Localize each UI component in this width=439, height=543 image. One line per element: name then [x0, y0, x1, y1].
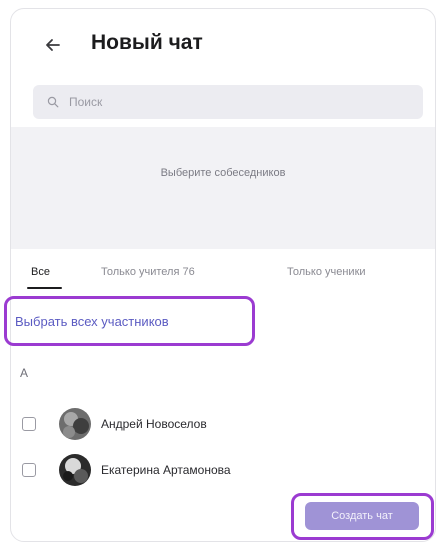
- arrow-left-icon: [46, 39, 60, 51]
- selected-participants-area: [11, 127, 435, 249]
- contact-name: Екатерина Артамонова: [101, 463, 231, 477]
- filter-tabs: Все Только учителя 76 Только ученики: [11, 254, 435, 294]
- avatar: [59, 408, 91, 440]
- select-all-label: Выбрать всех участников: [15, 313, 169, 329]
- page: Новый чат Выберите собеседников Все Толь…: [0, 0, 439, 543]
- contact-row[interactable]: Екатерина Артамонова: [22, 450, 402, 490]
- page-title: Новый чат: [91, 31, 203, 54]
- avatar: [59, 454, 91, 486]
- active-tab-indicator: [27, 287, 62, 289]
- back-button[interactable]: [39, 31, 67, 59]
- contact-checkbox[interactable]: [22, 463, 36, 477]
- section-letter: А: [20, 366, 29, 380]
- search-input[interactable]: [67, 94, 401, 110]
- empty-state-hint: Выберите собеседников: [160, 167, 286, 179]
- contact-checkbox[interactable]: [22, 417, 36, 431]
- tab-all[interactable]: Все: [31, 266, 50, 278]
- tab-students-only[interactable]: Только ученики: [287, 266, 366, 278]
- select-all-button[interactable]: Выбрать всех участников: [4, 296, 255, 346]
- search-icon: [47, 95, 61, 109]
- search-box[interactable]: [33, 85, 423, 119]
- contact-name: Андрей Новоселов: [101, 417, 207, 431]
- tab-teachers-only[interactable]: Только учителя 76: [101, 266, 195, 278]
- create-chat-button[interactable]: Создать чат: [305, 502, 419, 530]
- header: Новый чат: [11, 9, 435, 79]
- contact-row[interactable]: Андрей Новоселов: [22, 404, 402, 444]
